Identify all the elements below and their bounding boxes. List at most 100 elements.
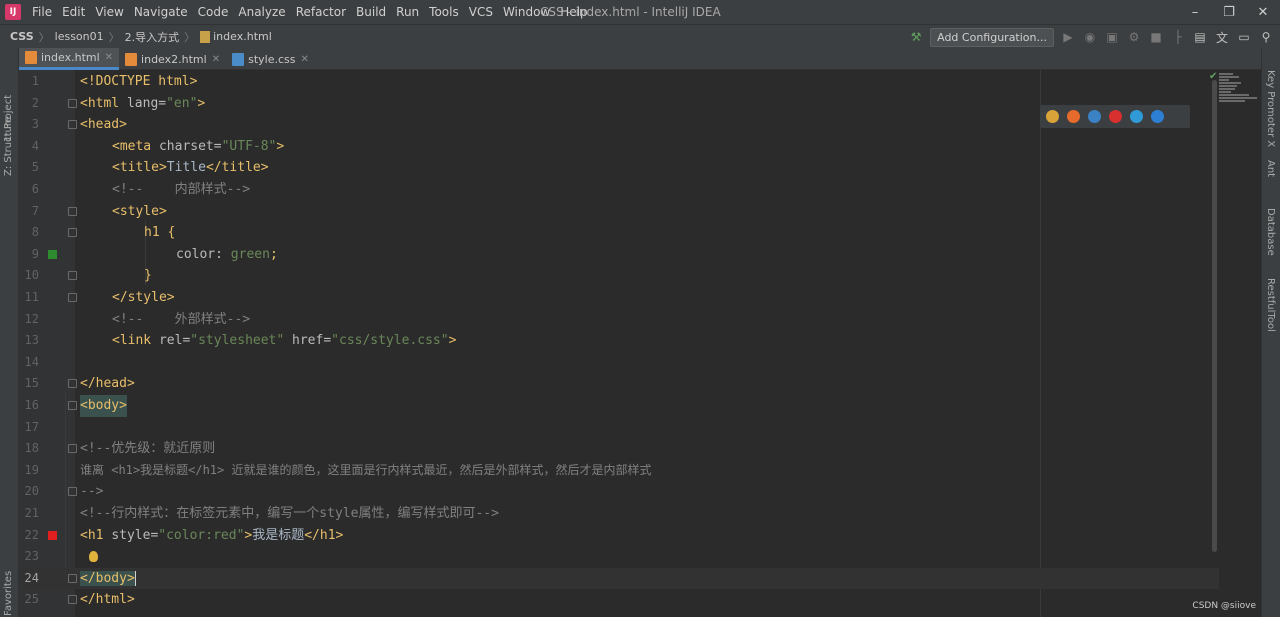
database-tool-button[interactable]: Database <box>1265 208 1276 256</box>
safari-icon[interactable] <box>1088 110 1101 123</box>
code-line: 10 } <box>19 265 1219 287</box>
color-preview-icon[interactable] <box>48 250 57 259</box>
profile-icon[interactable]: ⚙ <box>1126 29 1142 45</box>
key-promoter-tool-button[interactable]: Key Promoter X <box>1265 70 1276 147</box>
line-number: 2 <box>19 93 39 115</box>
code-editor[interactable]: 1 <!DOCTYPE html> 2 <html lang="en"> 3 <… <box>19 70 1261 617</box>
code-token: h1 <box>144 225 167 240</box>
fold-icon[interactable] <box>68 99 77 108</box>
line-number: 14 <box>19 352 39 374</box>
line-number: 5 <box>19 157 39 179</box>
breadcrumb-module[interactable]: lesson01 <box>55 30 104 43</box>
search-icon[interactable]: ⚲ <box>1258 29 1274 45</box>
tab-index-html[interactable]: index.html ✕ <box>19 48 119 70</box>
menu-navigate[interactable]: Navigate <box>129 0 193 24</box>
breadcrumb-separator: 〉 <box>109 29 120 45</box>
line-number: 23 <box>19 546 39 568</box>
code-token: <html <box>80 96 127 111</box>
structure-tool-button[interactable]: Z: Structure <box>3 116 14 176</box>
fold-icon[interactable] <box>68 444 77 453</box>
code-token: rel= <box>159 333 190 348</box>
breadcrumb-separator: 〉 <box>39 29 50 45</box>
minimize-icon[interactable]: – <box>1178 0 1212 24</box>
code-text: <h1 style="color:red">我是标题</h1> <box>80 525 343 547</box>
breadcrumb-folder[interactable]: 2.导入方式 <box>125 29 180 45</box>
code-token: green <box>231 247 270 262</box>
code-line: 18 <!--优先级：就近原则 <box>19 438 1219 460</box>
run-icon[interactable]: ▶ <box>1060 29 1076 45</box>
menu-view[interactable]: View <box>90 0 128 24</box>
fold-icon[interactable] <box>68 271 77 280</box>
close-tab-icon[interactable]: ✕ <box>300 54 308 65</box>
fold-icon[interactable] <box>68 379 77 388</box>
menu-analyze[interactable]: Analyze <box>233 0 290 24</box>
project-structure-icon[interactable]: ▤ <box>1192 29 1208 45</box>
fold-icon[interactable] <box>68 293 77 302</box>
code-token: style= <box>111 528 158 543</box>
code-text: h1 { <box>144 222 175 244</box>
html-file-icon <box>125 53 137 66</box>
menu-vcs[interactable]: VCS <box>464 0 498 24</box>
fold-icon[interactable] <box>68 574 77 583</box>
stop-icon[interactable]: ■ <box>1148 29 1164 45</box>
code-line: 2 <html lang="en"> <box>19 93 1219 115</box>
menu-bar: File Edit View Navigate Code Analyze Ref… <box>27 0 593 24</box>
code-text: <style> <box>112 201 167 223</box>
code-text: <head> <box>80 114 127 136</box>
close-icon[interactable]: ✕ <box>1246 0 1280 24</box>
menu-run[interactable]: Run <box>391 0 424 24</box>
code-line: 6 <!-- 内部样式--> <box>19 179 1219 201</box>
tab-index2-html[interactable]: index2.html ✕ <box>119 48 226 70</box>
line-number: 19 <box>19 460 39 482</box>
breadcrumb-project[interactable]: CSS <box>10 30 34 43</box>
presentation-icon[interactable]: ▭ <box>1236 29 1252 45</box>
ant-tool-button[interactable]: Ant <box>1265 160 1276 177</box>
menu-code[interactable]: Code <box>193 0 234 24</box>
fold-icon[interactable] <box>68 401 77 410</box>
color-preview-icon[interactable] <box>48 531 57 540</box>
code-token: <link <box>112 333 159 348</box>
edge-icon[interactable] <box>1151 110 1164 123</box>
close-tab-icon[interactable]: ✕ <box>105 52 113 63</box>
translate-icon[interactable]: 文 <box>1214 29 1230 45</box>
vertical-scrollbar[interactable] <box>1212 80 1217 552</box>
coverage-icon[interactable]: ▣ <box>1104 29 1120 45</box>
chrome-icon[interactable] <box>1046 110 1059 123</box>
close-tab-icon[interactable]: ✕ <box>212 54 220 65</box>
menu-build[interactable]: Build <box>351 0 391 24</box>
build-hammer-icon[interactable]: ⚒ <box>908 29 924 45</box>
fold-icon[interactable] <box>68 487 77 496</box>
ie-icon[interactable] <box>1130 110 1143 123</box>
code-token: </h1> <box>304 528 343 543</box>
intention-bulb-icon[interactable] <box>89 551 98 562</box>
firefox-icon[interactable] <box>1067 110 1080 123</box>
add-configuration-button[interactable]: Add Configuration... <box>930 28 1054 47</box>
menu-file[interactable]: File <box>27 0 57 24</box>
fold-icon[interactable] <box>68 120 77 129</box>
debug-icon[interactable]: ◉ <box>1082 29 1098 45</box>
menu-refactor[interactable]: Refactor <box>291 0 351 24</box>
restful-tool-button[interactable]: RestfulTool <box>1265 278 1276 332</box>
code-minimap[interactable] <box>1219 72 1259 132</box>
line-number: 24 <box>19 568 39 590</box>
breadcrumb-separator: 〉 <box>184 29 195 45</box>
menu-tools[interactable]: Tools <box>424 0 464 24</box>
code-text: </style> <box>112 287 175 309</box>
favorites-tool-button[interactable]: Favorites <box>3 571 14 616</box>
code-line-current: 24 </body> <box>19 568 1219 590</box>
code-text: <!--优先级：就近原则 <box>80 438 215 460</box>
code-text: <body> <box>80 395 127 417</box>
code-text: <link rel="stylesheet" href="css/style.c… <box>112 330 456 352</box>
line-number: 13 <box>19 330 39 352</box>
breadcrumb-file[interactable]: index.html <box>213 30 272 43</box>
fold-icon[interactable] <box>68 595 77 604</box>
fold-icon[interactable] <box>68 228 77 237</box>
restore-icon[interactable]: ❐ <box>1212 0 1246 24</box>
fold-icon[interactable] <box>68 207 77 216</box>
code-text: <!-- 内部样式--> <box>112 179 250 201</box>
opera-icon[interactable] <box>1109 110 1122 123</box>
vcs-icon[interactable]: ├ <box>1170 29 1186 45</box>
tab-style-css[interactable]: style.css ✕ <box>226 48 315 70</box>
code-line: 25 </html> <box>19 589 1219 611</box>
menu-edit[interactable]: Edit <box>57 0 90 24</box>
